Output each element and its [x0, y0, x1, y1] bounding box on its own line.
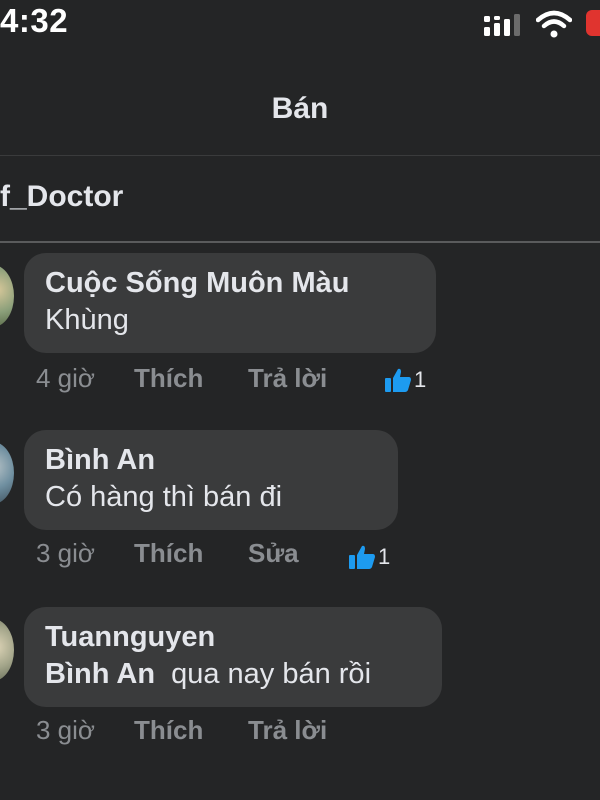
comment-bubble[interactable]: Cuộc Sống Muôn Màu Khùng [24, 253, 436, 353]
like-button[interactable]: Thích [134, 538, 203, 569]
comment-time[interactable]: 4 giờ [36, 363, 95, 394]
avatar[interactable] [0, 442, 14, 504]
reply-button[interactable]: Trả lời [248, 363, 327, 394]
reaction-count: 1 [414, 367, 427, 392]
like-button[interactable]: Thích [134, 363, 203, 394]
divider [0, 241, 600, 243]
avatar[interactable] [0, 619, 14, 681]
comment-author[interactable]: Bình An [45, 442, 376, 478]
battery-icon [586, 10, 600, 36]
wifi-icon [536, 10, 572, 38]
post-author-name[interactable]: f_Doctor [0, 180, 123, 214]
comment-time[interactable]: 3 giờ [36, 538, 95, 569]
comment-author[interactable]: Cuộc Sống Muôn Màu [45, 265, 414, 301]
comment-time[interactable]: 3 giờ [36, 715, 95, 746]
reaction-summary[interactable]: 1 [348, 544, 390, 570]
mention-link[interactable]: Bình An [45, 658, 155, 690]
divider [0, 155, 600, 156]
comment-author[interactable]: Tuannguyen [45, 619, 420, 655]
comment-bubble[interactable]: Bình An Có hàng thì bán đi [24, 430, 398, 530]
comment-text: Bình An qua nay bán rồi [45, 655, 420, 693]
reaction-count: 1 [378, 544, 391, 569]
comment-text-body: qua nay bán rồi [171, 658, 372, 690]
comment-text: Khùng [45, 304, 129, 336]
reply-button[interactable]: Trả lời [248, 715, 327, 746]
reaction-summary[interactable]: 1 [384, 367, 426, 393]
page-title: Bán [271, 92, 329, 125]
edit-button[interactable]: Sửa [248, 538, 299, 569]
thumbs-up-icon [349, 545, 375, 569]
status-time: 4:32 [0, 2, 69, 39]
status-bar: 4:32 [0, 0, 600, 48]
avatar[interactable] [0, 265, 14, 327]
cellular-signal-icon [484, 14, 520, 36]
thumbs-up-icon [385, 368, 411, 392]
comment-bubble[interactable]: Tuannguyen Bình An qua nay bán rồi [24, 607, 442, 707]
comment-text: Có hàng thì bán đi [45, 481, 283, 513]
like-button[interactable]: Thích [134, 715, 203, 746]
